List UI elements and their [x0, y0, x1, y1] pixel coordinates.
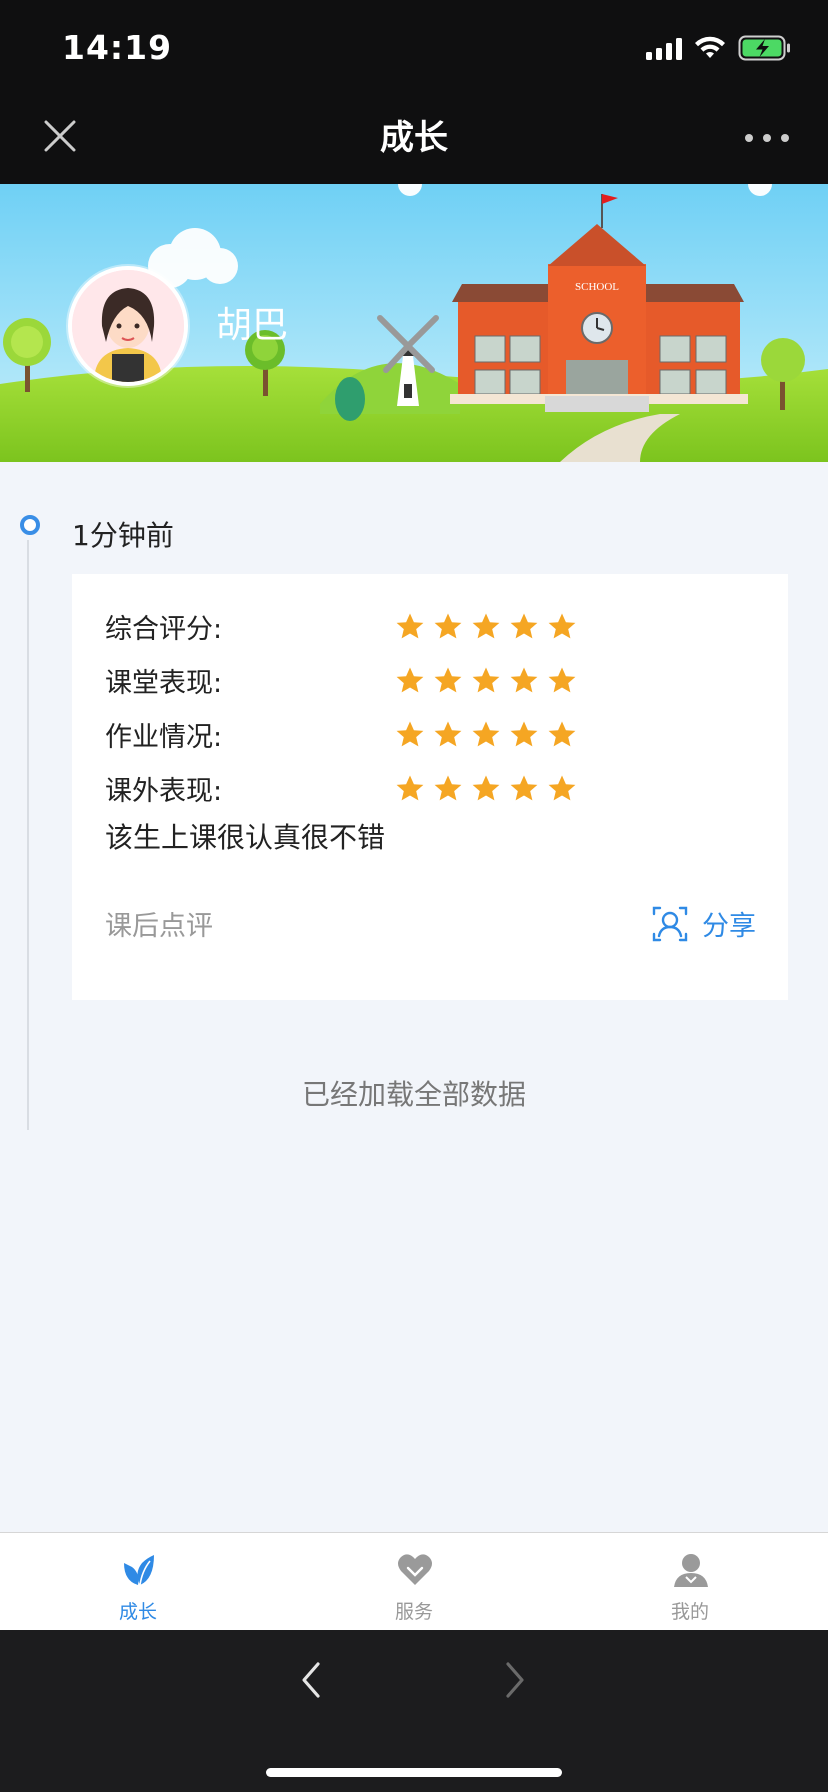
rating-row: 课外表现: — [105, 768, 577, 808]
star-icon — [396, 667, 424, 693]
avatar-image — [72, 270, 184, 382]
star-rating — [395, 611, 577, 641]
star-rating — [395, 719, 577, 749]
star-icon — [434, 721, 462, 747]
star-icon — [472, 721, 500, 747]
status-time: 14:19 — [62, 28, 173, 67]
forward-arrow-icon[interactable] — [492, 1658, 536, 1702]
tab-growth[interactable]: 成长 — [78, 1533, 198, 1631]
rating-row: 课堂表现: — [105, 660, 577, 700]
tab-mine[interactable]: 我的 — [630, 1533, 750, 1631]
star-icon — [548, 667, 576, 693]
heart-icon — [398, 1554, 432, 1585]
tab-label: 成长 — [118, 1601, 157, 1623]
leaf-icon — [124, 1555, 154, 1586]
browser-toolbar — [0, 1630, 828, 1792]
star-icon — [510, 613, 538, 639]
rating-label: 课外表现: — [105, 775, 223, 807]
evaluation-card: 综合评分: 课堂表现: 作业情况: 课外表现: 该生上课很认真很不错 课后点评 … — [72, 574, 788, 1000]
star-icon — [396, 613, 424, 639]
rating-label: 课堂表现: — [105, 667, 223, 699]
home-indicator — [266, 1768, 562, 1777]
status-bar: 14:19 — [0, 0, 828, 92]
profile-name: 胡巴 — [216, 305, 289, 346]
tab-label: 我的 — [670, 1601, 709, 1623]
timeline-line — [27, 540, 29, 1130]
avatar[interactable] — [68, 266, 188, 386]
wifi-icon — [695, 36, 725, 58]
star-icon — [472, 667, 500, 693]
star-icon — [396, 721, 424, 747]
rating-row: 作业情况: — [105, 714, 577, 754]
star-icon — [472, 613, 500, 639]
star-icon — [548, 721, 576, 747]
share-label: 分享 — [702, 911, 756, 942]
profile-banner: SCHOOL 胡巴 — [0, 184, 828, 462]
person-icon — [674, 1554, 708, 1587]
tab-label: 服务 — [394, 1601, 433, 1623]
star-rating — [395, 773, 577, 803]
rating-row: 综合评分: — [105, 606, 577, 646]
teacher-comment: 该生上课很认真很不错 — [105, 821, 386, 854]
share-user-icon — [652, 906, 688, 941]
rating-label: 作业情况: — [105, 721, 223, 753]
star-icon — [434, 613, 462, 639]
battery-charging-icon — [738, 35, 790, 61]
star-icon — [434, 667, 462, 693]
star-icon — [510, 775, 538, 801]
star-icon — [434, 775, 462, 801]
page-title: 成长 — [380, 118, 448, 158]
status-icons — [646, 34, 792, 62]
star-icon — [548, 613, 576, 639]
post-time: 1分钟前 — [72, 519, 174, 552]
rating-label: 综合评分: — [105, 613, 223, 645]
nav-bar: 成长 — [0, 92, 828, 184]
star-icon — [548, 775, 576, 801]
star-icon — [472, 775, 500, 801]
school-sign: SCHOOL — [575, 281, 619, 293]
timeline-dot — [20, 515, 40, 535]
tab-bar: 成长 服务 我的 — [0, 1532, 828, 1631]
back-arrow-icon[interactable] — [290, 1658, 334, 1702]
more-options-icon[interactable] — [740, 126, 794, 150]
star-icon — [510, 667, 538, 693]
share-button[interactable]: 分享 — [652, 904, 756, 943]
comment-type-label: 课后点评 — [105, 911, 213, 942]
cellular-signal-icon — [646, 36, 682, 60]
star-icon — [510, 721, 538, 747]
tab-services[interactable]: 服务 — [354, 1533, 474, 1631]
star-icon — [396, 775, 424, 801]
load-complete-text: 已经加载全部数据 — [301, 1078, 526, 1111]
star-rating — [395, 665, 577, 695]
